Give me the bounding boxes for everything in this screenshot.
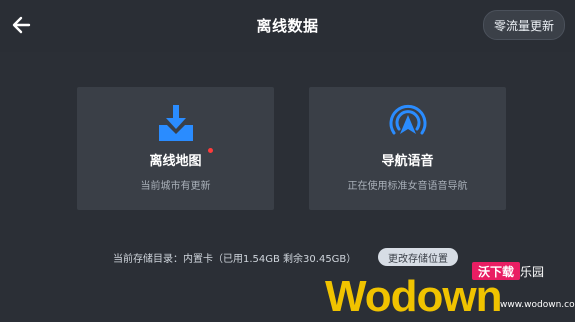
voice-navigation-subtitle: 正在使用标准女音语音导航: [347, 181, 468, 192]
voice-navigation-card[interactable]: 导航语音 正在使用标准女音语音导航: [309, 87, 506, 210]
offline-map-label: 离线地图: [149, 154, 202, 169]
voice-navigation-icon: [389, 104, 426, 135]
watermark-small-text: 乐园: [520, 265, 545, 279]
offline-map-card[interactable]: 离线地图 当前城市有更新: [77, 87, 274, 210]
watermark-logo-text: Wodown: [325, 272, 502, 321]
change-storage-button[interactable]: 更改存储位置: [378, 248, 458, 266]
watermark: Wodown 沃下载 乐园 www.wodown.com: [300, 262, 575, 321]
watermark-badge: 沃下载: [472, 262, 521, 280]
storage-directory-text: 当前存储目录：内置卡（已用1.54GB 剩余30.45GB）: [113, 254, 357, 265]
update-badge: [208, 148, 213, 153]
offline-map-subtitle: 当前城市有更新: [140, 181, 211, 192]
voice-navigation-label: 导航语音: [381, 154, 434, 169]
zero-data-update-button[interactable]: 零流量更新: [482, 10, 565, 40]
top-bar: 离线数据 零流量更新: [0, 0, 575, 52]
watermark-url: www.wodown.com: [500, 300, 575, 310]
download-map-icon: [158, 105, 193, 141]
